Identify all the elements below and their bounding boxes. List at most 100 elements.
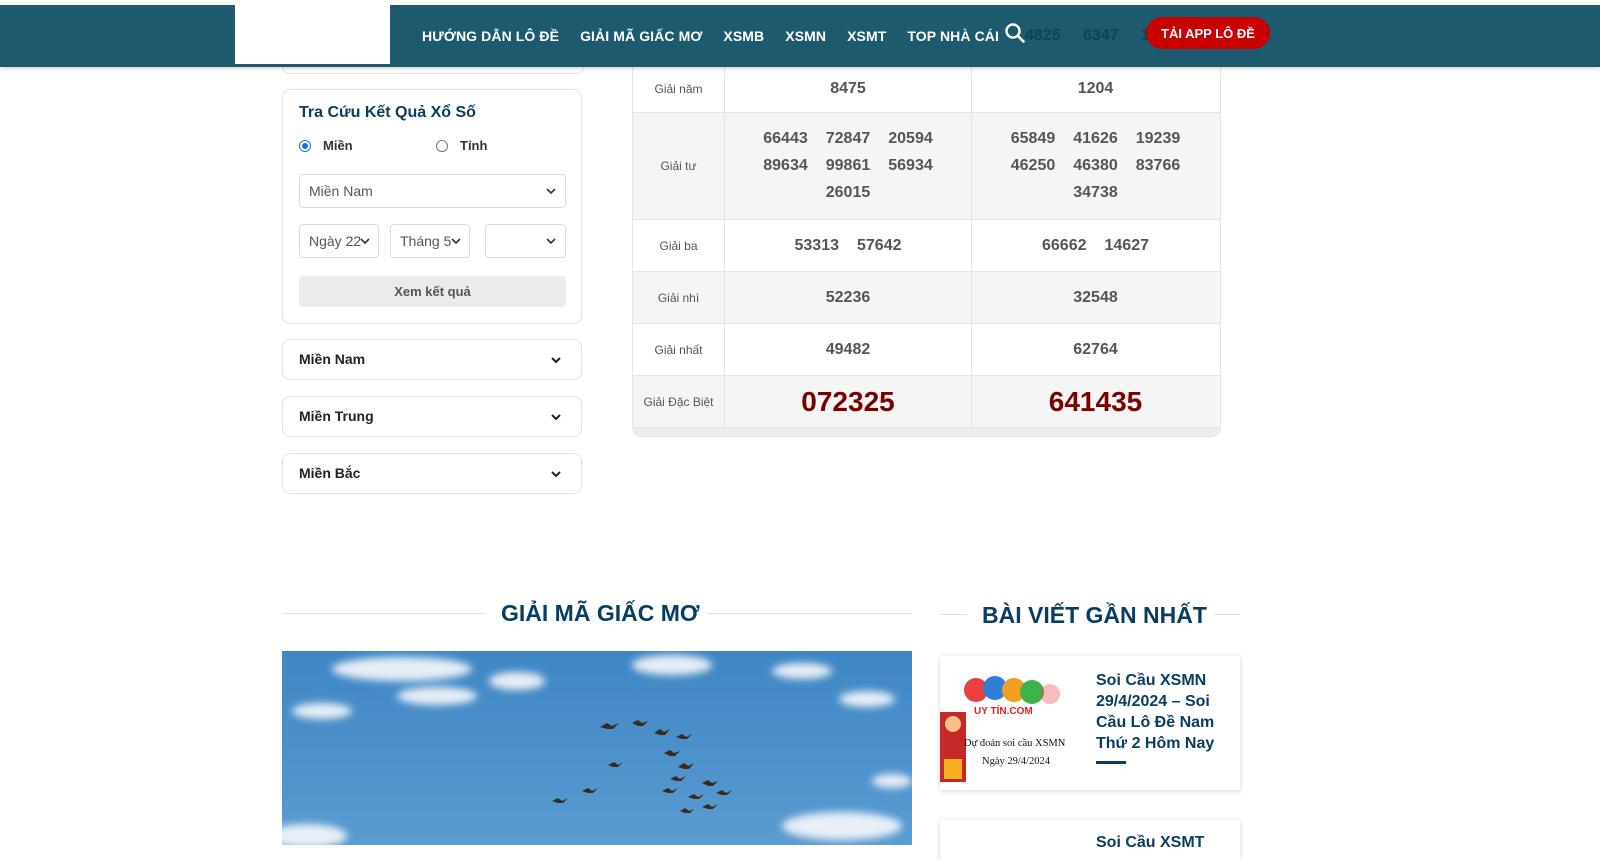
prize-number: 89634 xyxy=(763,157,808,174)
prize-number: 34738 xyxy=(1073,184,1118,201)
prize-number: 62764 xyxy=(1073,340,1118,358)
section-divider xyxy=(1214,614,1240,615)
month-select[interactable]: Tháng 5 xyxy=(390,224,470,258)
prize-row-2: Giải nhì 52236 32548 xyxy=(633,271,1220,323)
radio-province-label: Tỉnh xyxy=(460,138,488,153)
region-label: Miền Bắc xyxy=(299,465,361,481)
prize-number: 72847 xyxy=(825,130,871,147)
prize-row-3: Giải ba 53313 57642 66662 14627 xyxy=(633,219,1220,271)
prize-number: 56934 xyxy=(888,157,933,174)
prize-number: 66662 xyxy=(1042,236,1087,254)
nav-item-xsmt[interactable]: XSMT xyxy=(847,28,886,44)
view-results-button[interactable]: Xem kết quả xyxy=(299,276,566,307)
download-app-button[interactable]: TẢI APP LÔ ĐỀ xyxy=(1146,17,1270,49)
prize-label: Giải Đặc Biệt xyxy=(633,376,725,427)
prize-number: 14627 xyxy=(1104,236,1150,254)
thumb-brand: UY TÍN.COM xyxy=(974,704,1033,717)
recent-posts-title: BÀI VIẾT GẦN NHẤT xyxy=(982,602,1207,628)
prize-numbers-b: 32548 xyxy=(972,272,1219,323)
radio-region-option[interactable]: Miền xyxy=(299,138,353,153)
dream-section-title: GIẢI MÃ GIẤC MƠ xyxy=(501,600,700,626)
region-label: Miền Trung xyxy=(299,408,374,424)
radio-province-option[interactable]: Tỉnh xyxy=(436,138,487,153)
main-nav: HƯỚNG DẪN LÔ ĐỀ GIẢI MÃ GIẤC MƠ XSMB XSM… xyxy=(422,5,1020,67)
prize-numbers-a: 8475 xyxy=(725,66,972,112)
radio-province[interactable] xyxy=(436,139,448,152)
day-select[interactable]: Ngày 22 xyxy=(299,224,379,258)
prize-number: 99861 xyxy=(825,157,871,174)
lookup-form: Tra Cứu Kết Quả Xổ Số Miền Tỉnh Miền Nam… xyxy=(282,89,582,324)
prize-numbers-b: 62764 xyxy=(972,324,1219,375)
scrolled-numbers: 4825 6347 1 xyxy=(1025,27,1150,44)
month-select-value: Tháng 5 xyxy=(400,233,452,249)
prize-label: Giải nhất xyxy=(633,324,725,375)
post-thumbnail[interactable]: UY TÍN.COM Dự đoán soi cầu XSMN Ngày 29/… xyxy=(940,664,1076,784)
prize-row-5: Giải năm 8475 1204 xyxy=(633,66,1220,112)
prize-row-special: Giải Đặc Biệt 072325 641435 xyxy=(633,375,1220,427)
prize-row-1: Giải nhất 49482 62764 xyxy=(633,323,1220,375)
nav-item-top-nha-cai[interactable]: TOP NHÀ CÁI xyxy=(907,28,999,44)
section-divider xyxy=(707,613,912,614)
prize-numbers-b: 65849 41626 19239 46250 46380 83766 3473… xyxy=(972,113,1219,219)
prize-number: 32548 xyxy=(1073,288,1118,306)
prize-number: 20594 xyxy=(888,130,933,147)
thumb-caption-1: Dự đoán soi cầu XSMN xyxy=(964,738,1066,749)
chevron-down-icon xyxy=(551,357,561,364)
chevron-down-icon xyxy=(546,188,556,195)
prize-number: 53313 xyxy=(794,236,840,254)
site-header: HƯỚNG DẪN LÔ ĐỀ GIẢI MÃ GIẤC MƠ XSMB XSM… xyxy=(0,5,1600,67)
prize-number: 83766 xyxy=(1135,157,1181,174)
post-title[interactable]: Soi Cầu XSMT xyxy=(1096,834,1204,852)
prize-number: 46250 xyxy=(1010,157,1056,174)
chevron-down-icon xyxy=(360,238,370,245)
post-title[interactable]: Soi Cầu XSMN 29/4/2024 – Soi Cầu Lô Đề N… xyxy=(1096,670,1228,754)
prize-number: 52236 xyxy=(825,288,871,306)
recent-post-card[interactable]: Soi Cầu XSMT xyxy=(940,820,1240,860)
prize-numbers-a: 53313 57642 xyxy=(725,220,972,271)
prize-numbers-b: 66662 14627 xyxy=(972,220,1219,271)
prize-numbers-b: 1204 xyxy=(972,66,1219,112)
section-divider xyxy=(940,614,967,615)
chevron-down-icon xyxy=(551,414,561,421)
prize-number: 8475 xyxy=(830,80,866,97)
dream-hero-image[interactable] xyxy=(282,651,912,845)
prize-row-4: Giải tư 66443 72847 20594 89634 99861 56… xyxy=(633,112,1220,219)
radio-region[interactable] xyxy=(299,139,311,152)
nav-item-huong-dan[interactable]: HƯỚNG DẪN LÔ ĐỀ xyxy=(422,28,559,44)
region-accordion-mien-nam[interactable]: Miền Nam xyxy=(282,339,582,380)
lookup-title: Tra Cứu Kết Quả Xổ Số xyxy=(299,104,476,121)
prize-number: 41626 xyxy=(1073,130,1118,147)
prize-numbers-a: 49482 xyxy=(725,324,972,375)
prize-numbers-a: 66443 72847 20594 89634 99861 56934 2601… xyxy=(725,113,972,219)
region-label: Miền Nam xyxy=(299,351,366,367)
prize-label: Giải nhì xyxy=(633,272,725,323)
special-prize-number: 072325 xyxy=(801,385,895,417)
chevron-down-icon xyxy=(451,238,461,245)
search-icon[interactable] xyxy=(1004,22,1026,44)
prize-number: 26015 xyxy=(825,184,871,201)
chevron-down-icon xyxy=(551,471,561,478)
prize-number: 66443 xyxy=(763,130,808,147)
prize-number: 65849 xyxy=(1010,130,1056,147)
nav-item-xsmn[interactable]: XSMN xyxy=(785,28,826,44)
prize-label: Giải tư xyxy=(633,113,725,219)
region-select[interactable]: Miền Nam xyxy=(299,174,566,208)
chevron-down-icon xyxy=(546,238,556,245)
region-accordion-mien-bac[interactable]: Miền Bắc xyxy=(282,453,582,494)
recent-post-card[interactable]: UY TÍN.COM Dự đoán soi cầu XSMN Ngày 29/… xyxy=(940,656,1240,790)
day-select-value: Ngày 22 xyxy=(309,233,362,249)
prize-numbers-b: 641435 xyxy=(972,376,1219,427)
prize-number: 19239 xyxy=(1135,130,1181,147)
year-select[interactable] xyxy=(485,224,566,258)
post-underline xyxy=(1096,761,1126,764)
prize-label: Giải năm xyxy=(633,66,725,112)
prize-number: 46380 xyxy=(1073,157,1118,174)
region-accordion-mien-trung[interactable]: Miền Trung xyxy=(282,396,582,437)
nav-item-giai-ma[interactable]: GIẢI MÃ GIẤC MƠ xyxy=(580,28,702,44)
nav-item-xsmb[interactable]: XSMB xyxy=(723,28,764,44)
thumb-caption-2: Ngày 29/4/2024 xyxy=(982,756,1051,767)
prize-number: 1204 xyxy=(1077,80,1114,97)
radio-region-label: Miền xyxy=(323,138,353,153)
prize-numbers-a: 072325 xyxy=(725,376,972,427)
site-logo[interactable] xyxy=(235,5,390,64)
